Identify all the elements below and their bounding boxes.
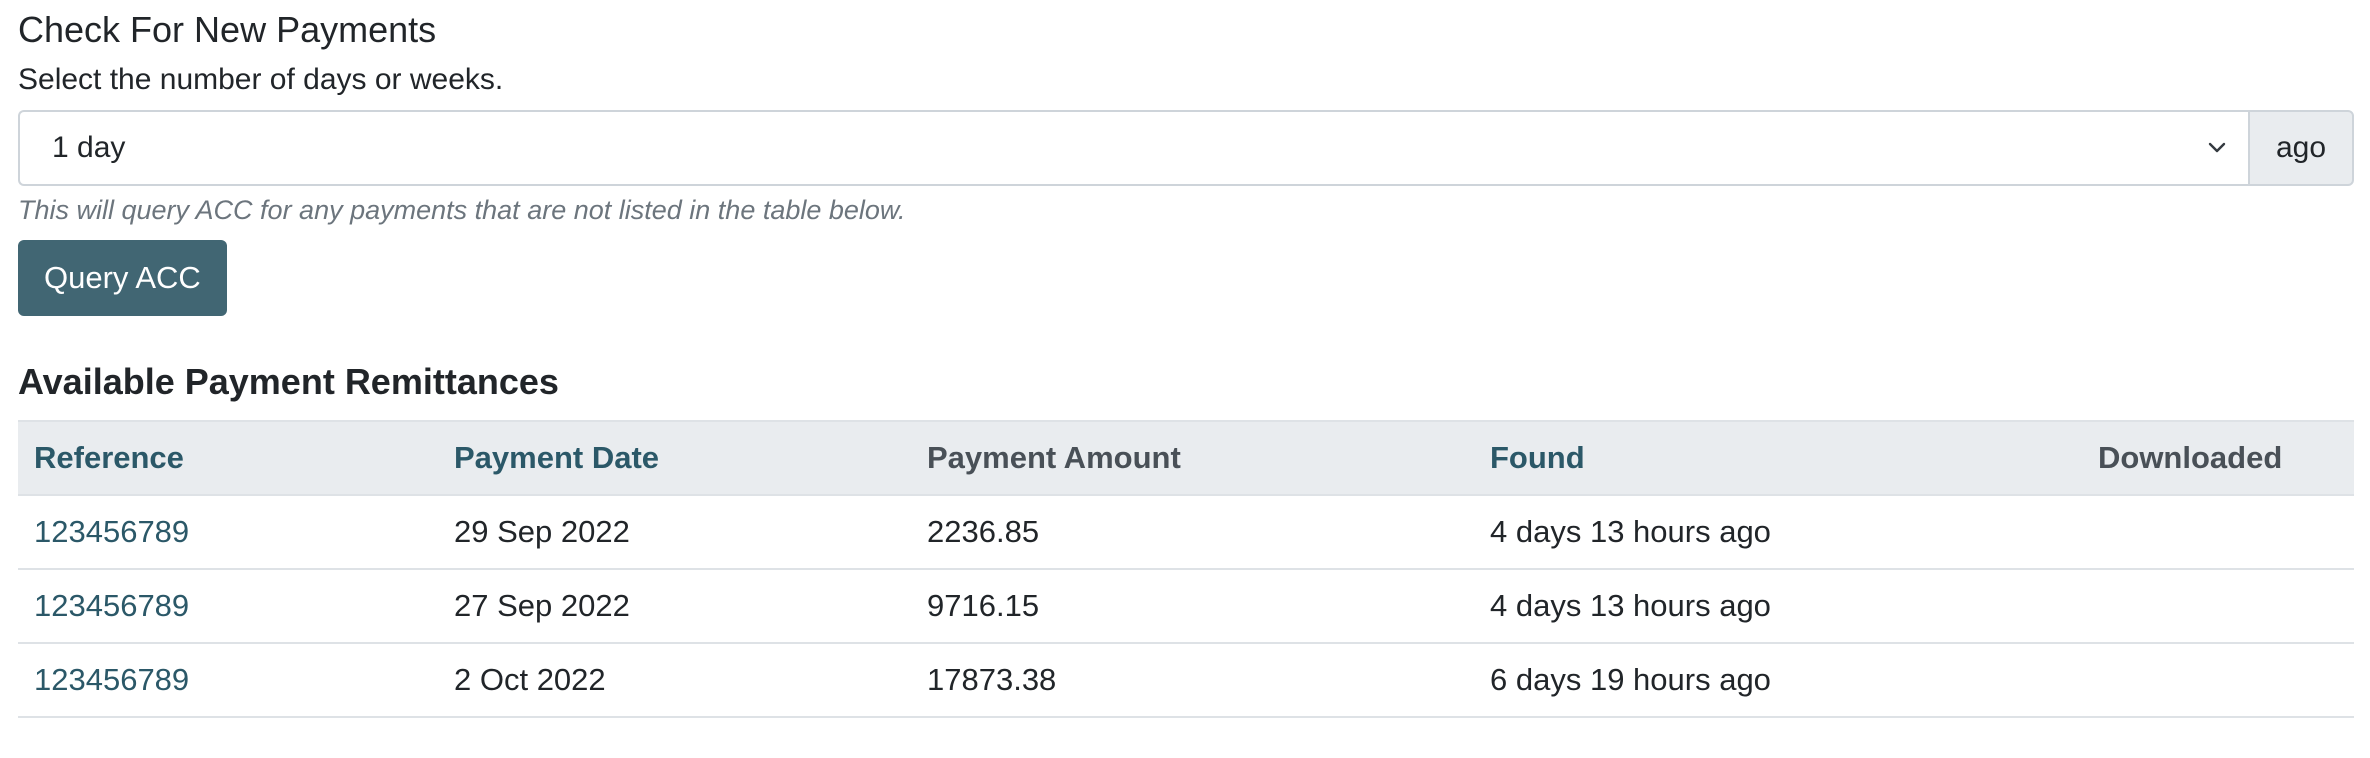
check-payments-title: Check For New Payments bbox=[18, 9, 437, 50]
found-cell: 4 days 13 hours ago bbox=[1474, 569, 2082, 644]
downloaded-cell bbox=[2082, 643, 2354, 718]
reference-link[interactable]: 123456789 bbox=[18, 643, 438, 718]
column-header-downloaded: Downloaded bbox=[2082, 420, 2354, 496]
query-acc-button[interactable]: Query ACC bbox=[18, 240, 227, 316]
downloaded-cell bbox=[2082, 569, 2354, 644]
table-row: 123456789 29 Sep 2022 2236.85 4 days 13 … bbox=[18, 495, 2354, 570]
found-cell: 4 days 13 hours ago bbox=[1474, 495, 2082, 570]
payment-amount-cell: 9716.15 bbox=[911, 569, 1474, 644]
column-header-payment-amount: Payment Amount bbox=[911, 420, 1474, 496]
table-row: 123456789 27 Sep 2022 9716.15 4 days 13 … bbox=[18, 569, 2354, 644]
column-header-found[interactable]: Found bbox=[1474, 420, 2082, 496]
chevron-down-icon bbox=[2202, 133, 2232, 163]
column-header-payment-date[interactable]: Payment Date bbox=[438, 420, 911, 496]
period-select[interactable]: 1 day bbox=[18, 110, 2248, 186]
reference-link[interactable]: 123456789 bbox=[18, 569, 438, 644]
payment-amount-cell: 17873.38 bbox=[911, 643, 1474, 718]
period-addon-ago: ago bbox=[2248, 110, 2354, 186]
downloaded-cell bbox=[2082, 495, 2354, 570]
payments-page: Check For New Payments Select the number… bbox=[0, 0, 2370, 718]
reference-link[interactable]: 123456789 bbox=[18, 495, 438, 570]
found-cell: 6 days 19 hours ago bbox=[1474, 643, 2082, 718]
button-row: Query ACC bbox=[18, 240, 2352, 360]
period-select-value: 1 day bbox=[52, 131, 126, 164]
period-input-group: 1 day ago bbox=[18, 110, 2354, 186]
payment-amount-cell: 2236.85 bbox=[911, 495, 1474, 570]
payment-date-cell: 29 Sep 2022 bbox=[438, 495, 911, 570]
remittances-title: Available Payment Remittances bbox=[18, 361, 559, 402]
payment-date-cell: 27 Sep 2022 bbox=[438, 569, 911, 644]
column-header-reference[interactable]: Reference bbox=[18, 420, 438, 496]
table-row: 123456789 2 Oct 2022 17873.38 6 days 19 … bbox=[18, 643, 2354, 718]
period-select-label: Select the number of days or weeks. bbox=[18, 63, 504, 96]
table-header-row: Reference Payment Date Payment Amount Fo… bbox=[18, 420, 2354, 496]
query-hint: This will query ACC for any payments tha… bbox=[18, 195, 906, 225]
remittances-table: Reference Payment Date Payment Amount Fo… bbox=[18, 420, 2354, 718]
payment-date-cell: 2 Oct 2022 bbox=[438, 643, 911, 718]
